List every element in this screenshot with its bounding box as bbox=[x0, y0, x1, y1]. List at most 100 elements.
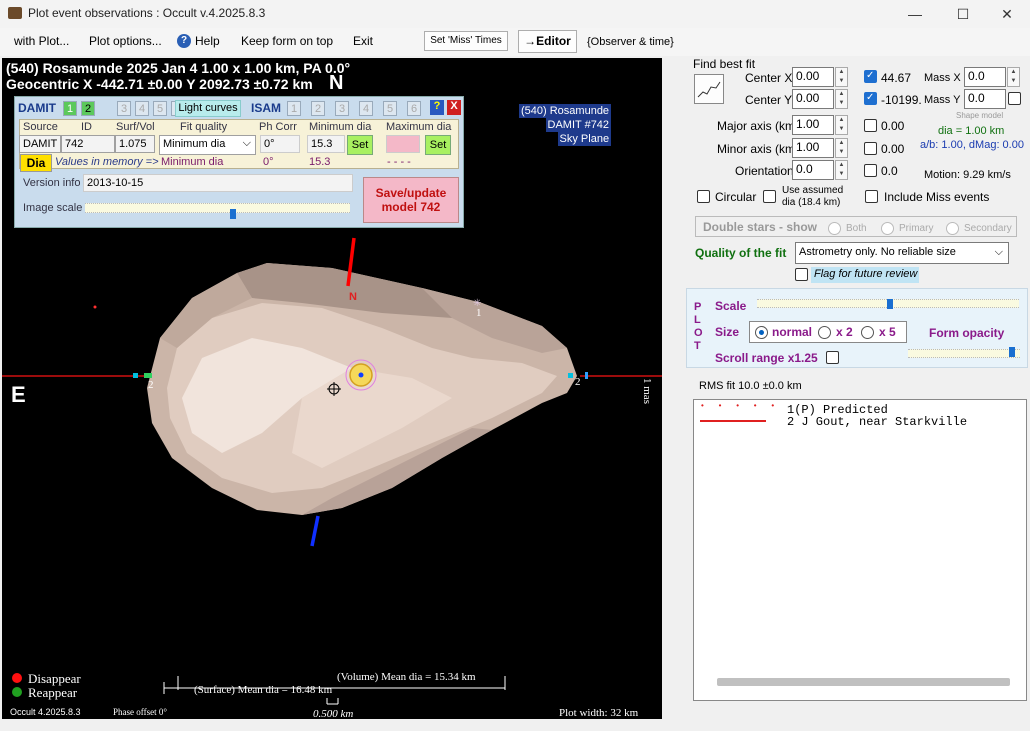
major-axis-field[interactable]: 1.00 bbox=[792, 115, 834, 135]
isam-tab-5[interactable]: 5 bbox=[383, 101, 397, 116]
fit-quality-select[interactable]: Minimum dia ⌵ bbox=[159, 135, 256, 155]
form-opacity-thumb[interactable] bbox=[1009, 347, 1015, 357]
isam-tab-1[interactable]: 1 bbox=[287, 101, 301, 116]
legend-reappear: Reappear bbox=[28, 685, 78, 700]
mass-y-field[interactable]: 0.0 bbox=[964, 89, 1006, 109]
legend-disappear: Disappear bbox=[28, 671, 81, 686]
center-y-spinner[interactable]: ▲ ▼ bbox=[835, 89, 848, 109]
damit-tab-5[interactable]: 5 bbox=[153, 101, 167, 116]
major-axis-checkbox[interactable] bbox=[864, 119, 877, 132]
plot-scale-thumb[interactable] bbox=[887, 299, 893, 309]
maximize-button[interactable]: ☐ bbox=[940, 0, 986, 28]
double-primary-radio[interactable] bbox=[881, 222, 894, 235]
n-pole-label: N bbox=[349, 291, 357, 303]
mass-x-field[interactable]: 0.0 bbox=[964, 67, 1006, 87]
set-min-dia-button[interactable]: Set bbox=[347, 135, 373, 155]
save-update-model-button[interactable]: Save/update model 742 bbox=[363, 177, 459, 223]
menu-with-plot[interactable]: with Plot... bbox=[14, 34, 69, 48]
scroll-range-checkbox[interactable] bbox=[826, 351, 839, 364]
menu-help[interactable]: Help bbox=[195, 34, 220, 48]
size-normal-radio[interactable] bbox=[755, 326, 768, 339]
center-y-checkbox[interactable] bbox=[864, 92, 877, 105]
chevron-down-icon: ⌵ bbox=[994, 246, 1003, 258]
center-x-checkbox[interactable] bbox=[864, 70, 877, 83]
damit-tab-3[interactable]: 3 bbox=[117, 101, 131, 116]
image-scale-slider[interactable] bbox=[85, 203, 350, 213]
surfvol-field[interactable]: 1.075 bbox=[115, 135, 155, 153]
double-secondary-radio[interactable] bbox=[946, 222, 959, 235]
north-indicator: N bbox=[329, 72, 344, 94]
svg-text:1 mas: 1 mas bbox=[641, 378, 653, 404]
orientation-spinner[interactable]: ▲ ▼ bbox=[835, 160, 848, 180]
version-info-field[interactable]: 2013-10-15 bbox=[83, 174, 353, 192]
close-window-button[interactable]: ✕ bbox=[984, 0, 1030, 28]
ph-corr-field[interactable]: 0° bbox=[260, 135, 300, 153]
menu-plot-options[interactable]: Plot options... bbox=[89, 34, 162, 48]
set-miss-times-button[interactable]: Set 'Miss' Times bbox=[424, 31, 508, 51]
damit-tab-4[interactable]: 4 bbox=[135, 101, 149, 116]
include-miss-checkbox[interactable] bbox=[865, 190, 878, 203]
size-x2-radio[interactable] bbox=[818, 326, 831, 339]
shape-model-checkbox[interactable] bbox=[1008, 92, 1021, 105]
menu-bar: with Plot... Plot options... ? Help Keep… bbox=[0, 28, 1030, 56]
title-bar: Plot event observations : Occult v.4.202… bbox=[0, 0, 1030, 28]
mass-x-spinner[interactable]: ▲ ▼ bbox=[1007, 67, 1020, 87]
plot-header-line1: (540) Rosamunde 2025 Jan 4 1.00 x 1.00 k… bbox=[6, 60, 351, 76]
svg-text:(Surface) Mean dia = 16.48 km: (Surface) Mean dia = 16.48 km bbox=[194, 684, 333, 696]
orientation-field[interactable]: 0.0 bbox=[792, 160, 834, 180]
menu-keep-on-top[interactable]: Keep form on top bbox=[241, 34, 333, 48]
isam-tab-3[interactable]: 3 bbox=[335, 101, 349, 116]
editor-button[interactable]: →Editor bbox=[518, 30, 577, 53]
best-fit-chart-icon[interactable] bbox=[694, 74, 724, 104]
asteroid-info: (540) Rosamunde DAMIT #742 Sky Plane bbox=[519, 104, 612, 146]
damit-help-button[interactable]: ? bbox=[430, 100, 444, 115]
damit-close-button[interactable]: X bbox=[447, 100, 461, 115]
damit-tab-2[interactable]: 2 bbox=[81, 101, 95, 116]
center-x-field[interactable]: 0.00 bbox=[792, 67, 834, 87]
menu-exit[interactable]: Exit bbox=[353, 34, 373, 48]
isam-tab-6[interactable]: 6 bbox=[407, 101, 421, 116]
center-dot bbox=[358, 372, 364, 378]
window-title: Plot event observations : Occult v.4.202… bbox=[28, 6, 266, 20]
set-max-dia-button[interactable]: Set bbox=[425, 135, 451, 155]
isam-tab-4[interactable]: 4 bbox=[359, 101, 373, 116]
svg-text:2: 2 bbox=[148, 379, 154, 391]
isam-tab-2[interactable]: 2 bbox=[311, 101, 325, 116]
quality-fit-select[interactable]: Astrometry only. No reliable size ⌵ bbox=[795, 242, 1009, 264]
minor-axis-spinner[interactable]: ▲ ▼ bbox=[835, 138, 848, 158]
use-assumed-dia-checkbox[interactable] bbox=[763, 190, 776, 203]
double-both-radio[interactable] bbox=[828, 222, 841, 235]
observer-list[interactable]: • • • • • 1(P) Predicted 2 J Gout, near … bbox=[693, 399, 1027, 701]
orientation-checkbox[interactable] bbox=[864, 164, 877, 177]
flag-review-checkbox[interactable] bbox=[795, 268, 808, 281]
max-dia-field[interactable] bbox=[386, 135, 420, 153]
light-curves-button[interactable]: Light curves bbox=[175, 100, 241, 117]
image-scale-thumb[interactable] bbox=[230, 209, 236, 219]
damit-tab-1[interactable]: 1 bbox=[63, 101, 77, 116]
source-field: DAMIT bbox=[19, 135, 61, 153]
minor-axis-checkbox[interactable] bbox=[864, 142, 877, 155]
dia-button[interactable]: Dia bbox=[20, 154, 52, 172]
svg-text:Plot width: 32 km: Plot width: 32 km bbox=[559, 707, 639, 719]
minimize-button[interactable]: — bbox=[892, 0, 938, 28]
min-dia-field[interactable]: 15.3 bbox=[307, 135, 345, 153]
circular-checkbox[interactable] bbox=[697, 190, 710, 203]
list-scrollbar[interactable] bbox=[717, 678, 1010, 686]
major-axis-spinner[interactable]: ▲ ▼ bbox=[835, 115, 848, 135]
svg-text:Occult 4.2025.8.3: Occult 4.2025.8.3 bbox=[10, 707, 81, 717]
help-icon[interactable]: ? bbox=[177, 34, 191, 48]
east-indicator: E bbox=[11, 382, 26, 407]
minor-axis-field[interactable]: 1.00 bbox=[792, 138, 834, 158]
center-y-field[interactable]: 0.00 bbox=[792, 89, 834, 109]
center-x-spinner[interactable]: ▲ ▼ bbox=[835, 67, 848, 87]
svg-text:✳: ✳ bbox=[473, 298, 481, 309]
observer-time-label[interactable]: {Observer & time} bbox=[587, 36, 674, 48]
form-opacity-slider[interactable] bbox=[908, 349, 1020, 358]
size-x5-radio[interactable] bbox=[861, 326, 874, 339]
id-field[interactable]: 742 bbox=[61, 135, 115, 153]
app-icon bbox=[8, 7, 22, 19]
predicted-line-marker: • • • • • bbox=[700, 402, 780, 411]
list-item[interactable]: 2 J Gout, near Starkville bbox=[787, 415, 967, 429]
svg-text:2: 2 bbox=[575, 376, 581, 388]
damit-panel: DAMIT 1 2 3 4 5 6 Light curves ISAM 1 2 … bbox=[14, 96, 464, 228]
